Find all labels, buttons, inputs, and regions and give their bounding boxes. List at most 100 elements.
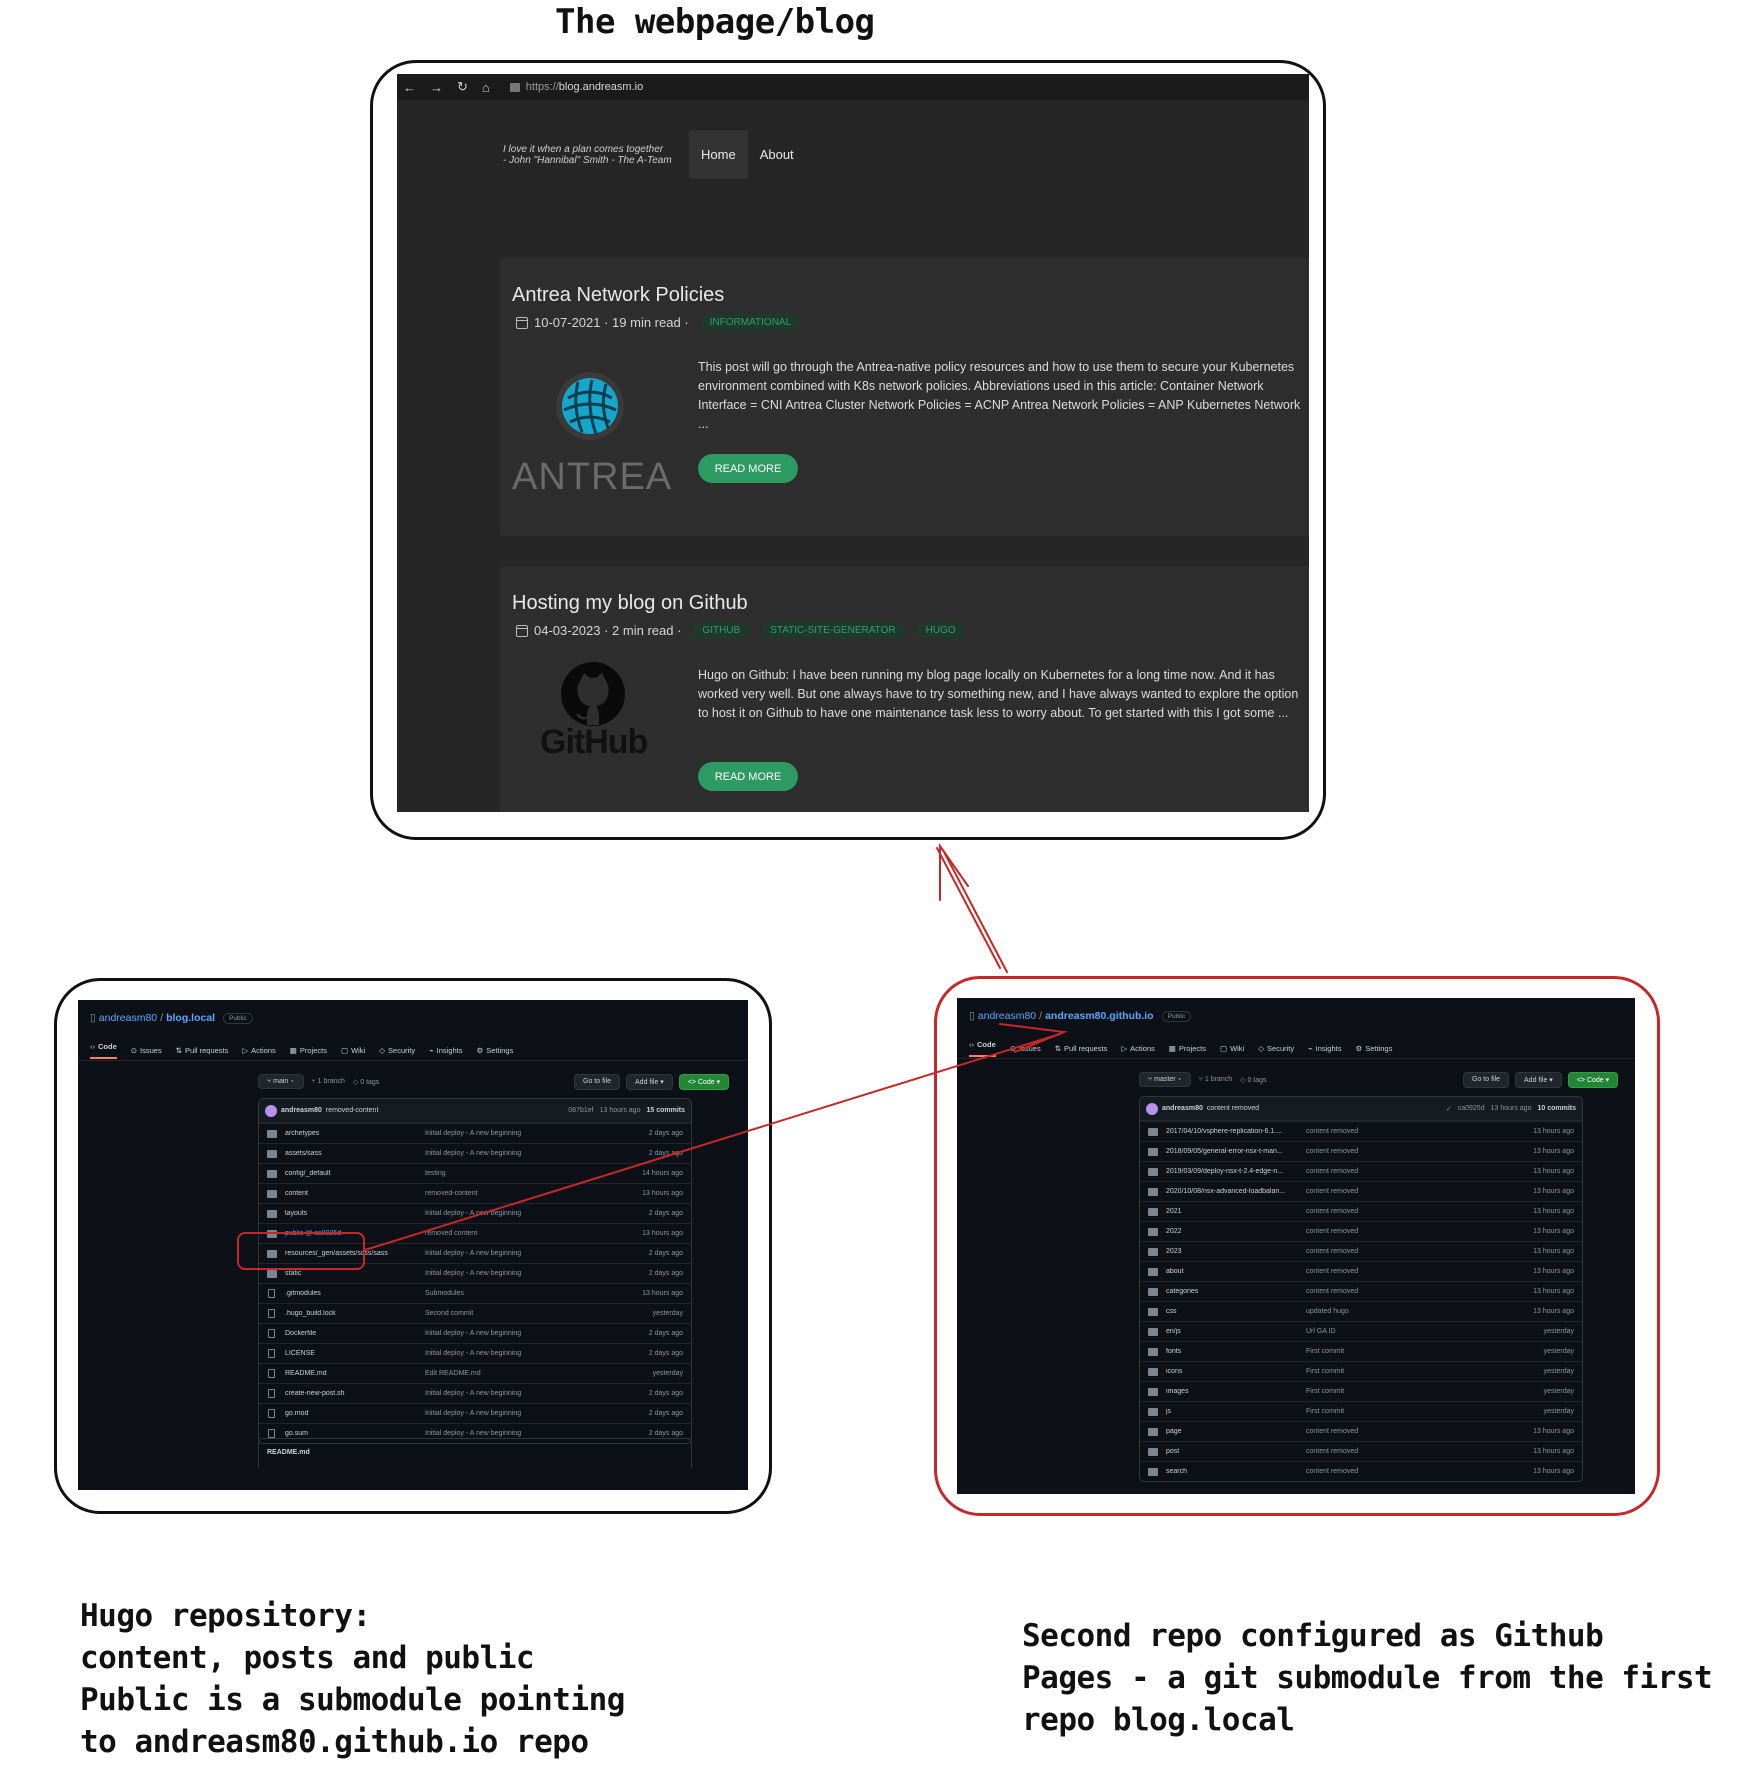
file-name[interactable]: 2023: [1166, 1248, 1306, 1255]
file-row[interactable]: 2023 content removed 13 hours ago: [1140, 1241, 1582, 1261]
file-row[interactable]: images First commit yesterday: [1140, 1381, 1582, 1401]
file-name[interactable]: go.sum: [285, 1430, 425, 1437]
tab-issues[interactable]: ⊙ Issues: [1010, 1040, 1041, 1057]
post-tag[interactable]: STATIC-SITE-GENERATOR: [761, 622, 905, 639]
file-row[interactable]: about content removed 13 hours ago: [1140, 1261, 1582, 1281]
code-button[interactable]: <> Code ▾: [1567, 1072, 1619, 1088]
tab-pull-requests[interactable]: ⇅ Pull requests: [176, 1042, 229, 1059]
file-name[interactable]: content: [285, 1190, 425, 1197]
file-row[interactable]: 2017/04/10/vsphere-replication-6.1.... co…: [1140, 1121, 1582, 1141]
commit-author[interactable]: andreasm80: [281, 1107, 322, 1114]
back-icon[interactable]: ←: [403, 80, 416, 95]
commit-message[interactable]: content removed: [1207, 1105, 1259, 1112]
go-to-file-button[interactable]: Go to file: [1463, 1072, 1510, 1088]
file-name[interactable]: assets/sass: [285, 1150, 425, 1157]
file-row[interactable]: search content removed 13 hours ago: [1140, 1461, 1582, 1481]
file-commit-message[interactable]: First commit: [1306, 1388, 1504, 1395]
file-commit-message[interactable]: First commit: [1306, 1408, 1504, 1415]
readme-header[interactable]: README.md: [258, 1438, 692, 1468]
file-commit-message[interactable]: testing: [425, 1170, 613, 1177]
file-commit-message[interactable]: Url GA ID: [1306, 1328, 1504, 1335]
file-row[interactable]: config/_default testing 14 hours ago: [259, 1163, 691, 1183]
tab-projects[interactable]: ▦ Projects: [1169, 1040, 1206, 1057]
file-commit-message[interactable]: Edit README.md: [425, 1370, 613, 1377]
file-name[interactable]: archetypes: [285, 1130, 425, 1137]
file-commit-message[interactable]: content removed: [1306, 1208, 1504, 1215]
file-commit-message[interactable]: Submodules: [425, 1290, 613, 1297]
tab-code[interactable]: ‹› Code: [90, 1042, 117, 1059]
tab-security[interactable]: ◇ Security: [1258, 1040, 1294, 1057]
file-commit-message[interactable]: content removed: [1306, 1128, 1504, 1135]
go-to-file-button[interactable]: Go to file: [574, 1074, 621, 1090]
file-commit-message[interactable]: Initial deploy - A new beginning: [425, 1210, 613, 1217]
file-commit-message[interactable]: Initial deploy - A new beginning: [425, 1390, 613, 1397]
file-name[interactable]: .gitmodules: [285, 1290, 425, 1297]
file-commit-message[interactable]: Initial deploy - A new beginning: [425, 1150, 613, 1157]
tab-settings[interactable]: ⚙ Settings: [476, 1042, 513, 1059]
file-row[interactable]: 2018/09/05/general-error-nsx-t-man... con…: [1140, 1141, 1582, 1161]
file-name[interactable]: en/js: [1166, 1328, 1306, 1335]
file-name[interactable]: layouts: [285, 1210, 425, 1217]
file-commit-message[interactable]: Initial deploy - A new beginning: [425, 1250, 613, 1257]
file-commit-message[interactable]: content removed: [1306, 1288, 1504, 1295]
avatar[interactable]: [1146, 1102, 1158, 1115]
file-row[interactable]: en/js Url GA ID yesterday: [1140, 1321, 1582, 1341]
post-tag[interactable]: INFORMATIONAL: [700, 314, 801, 331]
file-name[interactable]: 2019/03/09/deploy-nsx-t-2.4-edge-n...: [1166, 1168, 1306, 1175]
file-row[interactable]: 2022 content removed 13 hours ago: [1140, 1221, 1582, 1241]
file-name[interactable]: about: [1166, 1268, 1306, 1275]
file-name[interactable]: static: [285, 1270, 425, 1277]
file-name[interactable]: page: [1166, 1428, 1306, 1435]
repo-owner[interactable]: andreasm80: [99, 1012, 157, 1024]
tab-pull-requests[interactable]: ⇅ Pull requests: [1055, 1040, 1108, 1057]
tab-wiki[interactable]: ▢ Wiki: [1220, 1040, 1244, 1057]
branch-select[interactable]: ⑂ main ▾: [258, 1074, 304, 1089]
file-commit-message[interactable]: Initial deploy - A new beginning: [425, 1430, 613, 1437]
repo-name[interactable]: blog.local: [166, 1012, 215, 1024]
nav-home[interactable]: Home: [689, 130, 748, 179]
file-commit-message[interactable]: removed content: [425, 1230, 613, 1237]
file-commit-message[interactable]: First commit: [1306, 1368, 1504, 1375]
file-row[interactable]: 2020/10/08/nsx-advanced-loadbalan... cont…: [1140, 1181, 1582, 1201]
commit-count[interactable]: 15 commits: [646, 1107, 685, 1114]
commit-count[interactable]: 10 commits: [1537, 1105, 1576, 1113]
file-row[interactable]: layouts Initial deploy - A new beginning 2…: [259, 1203, 691, 1223]
file-name[interactable]: 2022: [1166, 1228, 1306, 1235]
tab-wiki[interactable]: ▢ Wiki: [341, 1042, 365, 1059]
file-row[interactable]: create-new-post.sh Initial deploy - A new…: [259, 1383, 691, 1403]
file-name[interactable]: images: [1166, 1388, 1306, 1395]
site-info-icon[interactable]: [509, 82, 520, 92]
tab-insights[interactable]: ⌁ Insights: [429, 1042, 462, 1059]
repo-name[interactable]: andreasm80.github.io: [1045, 1010, 1154, 1022]
file-name[interactable]: create-new-post.sh: [285, 1390, 425, 1397]
commit-message[interactable]: removed-content: [326, 1107, 379, 1114]
post-tag[interactable]: GITHUB: [693, 622, 750, 639]
file-name[interactable]: icons: [1166, 1368, 1306, 1375]
avatar[interactable]: [265, 1104, 277, 1117]
file-row[interactable]: .hugo_build.lock Second commit yesterday: [259, 1303, 691, 1323]
file-row[interactable]: Dockerfile Initial deploy - A new beginni…: [259, 1323, 691, 1343]
file-row[interactable]: 2021 content removed 13 hours ago: [1140, 1201, 1582, 1221]
file-name[interactable]: categories: [1166, 1288, 1306, 1295]
file-row[interactable]: css updated hugo 13 hours ago: [1140, 1301, 1582, 1321]
tab-actions[interactable]: ▷ Actions: [242, 1042, 275, 1059]
file-name[interactable]: js: [1166, 1408, 1306, 1415]
file-commit-message[interactable]: content removed: [1306, 1228, 1504, 1235]
file-commit-message[interactable]: content removed: [1306, 1448, 1504, 1455]
tab-projects[interactable]: ▦ Projects: [290, 1042, 327, 1059]
file-row[interactable]: .gitmodules Submodules 13 hours ago: [259, 1283, 691, 1303]
commit-hash[interactable]: 087b1ef: [568, 1107, 593, 1114]
file-name[interactable]: 2020/10/08/nsx-advanced-loadbalan...: [1166, 1188, 1306, 1195]
tags-link[interactable]: ◇ 0 tags: [353, 1078, 379, 1086]
file-name[interactable]: .hugo_build.lock: [285, 1310, 425, 1317]
file-name[interactable]: 2021: [1166, 1208, 1306, 1215]
tab-actions[interactable]: ▷ Actions: [1121, 1040, 1154, 1057]
file-row[interactable]: content removed-content 13 hours ago: [259, 1183, 691, 1203]
tags-link[interactable]: ◇ 0 tags: [1240, 1076, 1266, 1084]
file-commit-message[interactable]: Initial deploy - A new beginning: [425, 1330, 613, 1337]
commit-hash[interactable]: ca0925d: [1458, 1105, 1485, 1113]
forward-icon[interactable]: →: [430, 80, 443, 95]
tab-security[interactable]: ◇ Security: [379, 1042, 415, 1059]
file-row[interactable]: page content removed 13 hours ago: [1140, 1421, 1582, 1441]
file-commit-message[interactable]: First commit: [1306, 1348, 1504, 1355]
